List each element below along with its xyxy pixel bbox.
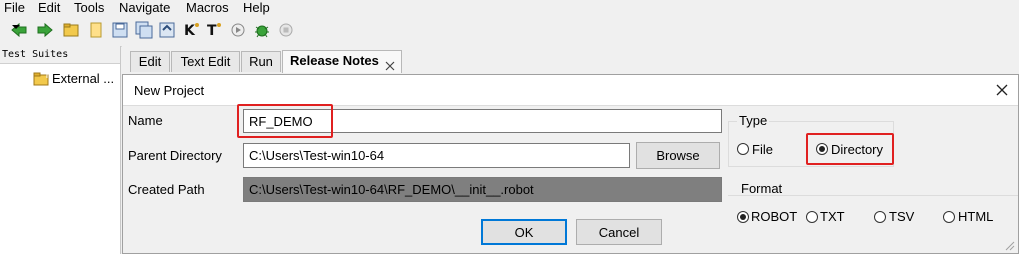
- menu-navigate[interactable]: Navigate: [119, 0, 170, 16]
- tab-release-notes-label: Release Notes: [290, 53, 379, 68]
- parent-directory-label: Parent Directory: [128, 148, 222, 163]
- tab-run[interactable]: Run: [241, 51, 281, 72]
- type-file-radio[interactable]: [737, 143, 749, 155]
- dialog-titlebar: New Project: [123, 75, 1018, 106]
- format-txt-radio[interactable]: [806, 211, 818, 223]
- parent-directory-input[interactable]: C:\Users\Test-win10-64: [243, 143, 630, 168]
- tree-header: Test Suites: [0, 46, 120, 64]
- new-project-dialog: New Project Name RF_DEMO Parent Director…: [122, 74, 1019, 254]
- browse-button[interactable]: Browse: [636, 142, 720, 169]
- tree-item-external[interactable]: External ...: [52, 71, 114, 86]
- menu-edit[interactable]: Edit: [38, 0, 60, 16]
- toolbar: K T: [0, 16, 1019, 47]
- format-group-label: Format: [741, 181, 783, 196]
- created-path-field: C:\Users\Test-win10-64\RF_DEMO\__init__.…: [243, 177, 722, 202]
- resize-grip-icon[interactable]: [1003, 239, 1015, 251]
- menu-help[interactable]: Help: [243, 0, 270, 16]
- created-path-label: Created Path: [128, 182, 205, 197]
- text-search-icon[interactable]: T: [205, 21, 223, 39]
- menu-bar: File Edit Tools Navigate Macros Help: [0, 0, 1019, 16]
- format-html-radio[interactable]: [943, 211, 955, 223]
- run-icon[interactable]: [229, 21, 247, 39]
- format-divider: [728, 195, 1018, 196]
- svg-text:K: K: [184, 23, 196, 39]
- test-suites-tree: Test Suites External ...: [0, 46, 121, 254]
- directory-highlight: [806, 133, 894, 165]
- keyword-search-icon[interactable]: K: [182, 21, 200, 39]
- close-icon[interactable]: [996, 84, 1008, 96]
- format-tsv-label: TSV: [889, 209, 915, 224]
- format-robot-radio[interactable]: [737, 211, 749, 223]
- format-tsv-radio[interactable]: [874, 211, 886, 223]
- new-file-icon[interactable]: [87, 21, 105, 39]
- tab-release-notes[interactable]: Release Notes: [282, 50, 402, 73]
- stop-icon[interactable]: [277, 21, 295, 39]
- type-file-label: File: [752, 142, 773, 157]
- editor-tabs: Edit Text Edit Run Release Notes: [122, 46, 1019, 73]
- type-group-label: Type: [737, 113, 770, 128]
- open-icon[interactable]: [158, 21, 176, 39]
- tab-close-icon[interactable]: [385, 57, 395, 71]
- name-label: Name: [128, 113, 163, 128]
- forward-arrow-icon[interactable]: [36, 21, 54, 39]
- menu-macros[interactable]: Macros: [186, 0, 229, 16]
- format-html-label: HTML: [958, 209, 994, 224]
- folder-icon: [33, 72, 49, 86]
- menu-tools[interactable]: Tools: [74, 0, 104, 16]
- menu-file[interactable]: File: [4, 0, 25, 16]
- format-txt-label: TXT: [820, 209, 845, 224]
- format-robot-label: ROBOT: [751, 209, 798, 224]
- ok-button[interactable]: OK: [481, 219, 567, 245]
- dialog-title: New Project: [134, 83, 205, 98]
- tab-edit[interactable]: Edit: [130, 51, 170, 72]
- toolbar-grip-icon: [11, 17, 21, 29]
- save-all-icon[interactable]: [135, 21, 153, 39]
- name-highlight: [237, 104, 333, 138]
- open-folder-icon[interactable]: [62, 21, 80, 39]
- tab-text-edit[interactable]: Text Edit: [171, 51, 240, 72]
- svg-text:T: T: [207, 23, 217, 39]
- debug-bug-icon[interactable]: [253, 21, 271, 39]
- back-arrow-icon[interactable]: [10, 21, 28, 39]
- save-icon[interactable]: [111, 21, 129, 39]
- cancel-button[interactable]: Cancel: [576, 219, 662, 245]
